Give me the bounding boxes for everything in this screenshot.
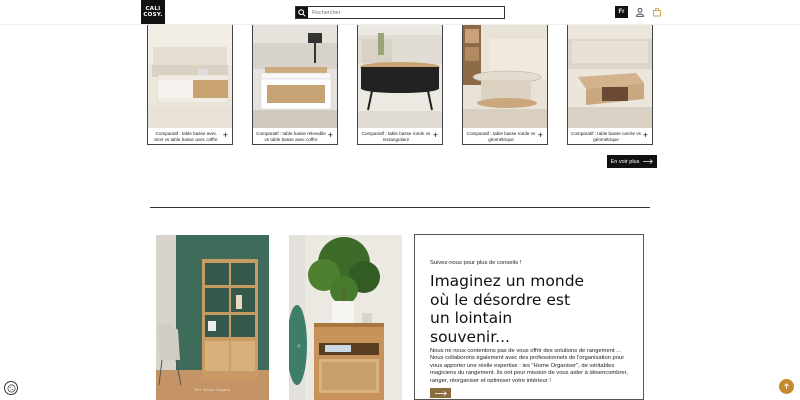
page: CALI COSY. Fr — [0, 0, 800, 400]
photo-caption: Ref. Marlon Étagère — [194, 387, 231, 392]
search-bar — [295, 6, 505, 19]
arrow-up-icon — [784, 383, 789, 390]
product-card[interactable]: Comparatif : table basse avec tiroir vs … — [147, 24, 233, 145]
product-image — [253, 25, 337, 128]
cookie-settings-button[interactable] — [4, 381, 18, 395]
product-label: Comparatif : table basse carrée vs géomé… — [571, 131, 641, 142]
plus-icon[interactable]: + — [538, 130, 543, 140]
advice-box: Suivez-nous pour plus de conseils ! Imag… — [414, 234, 644, 400]
advice-kicker: Suivez-nous pour plus de conseils ! — [430, 260, 522, 266]
user-icon[interactable] — [635, 7, 645, 17]
plus-icon[interactable]: + — [223, 130, 228, 140]
product-image — [148, 25, 232, 128]
see-more-label: En voir plus — [610, 158, 640, 165]
plant-photo[interactable]: ◎ — [289, 235, 402, 400]
search-button[interactable] — [296, 7, 308, 18]
product-card[interactable]: Comparatif : table basse ronde vs rectan… — [357, 24, 443, 145]
advice-headline: Imaginez un monde où le désordre est un … — [430, 272, 585, 346]
product-card[interactable]: Comparatif : table basse relevable vs ta… — [252, 24, 338, 145]
product-label: Comparatif : table basse ronde vs géomét… — [466, 131, 536, 142]
logo-line-2: COSY. — [143, 12, 163, 18]
search-icon — [298, 8, 306, 17]
search-input[interactable] — [312, 7, 500, 18]
product-label: Comparatif : table basse avec tiroir vs … — [154, 131, 218, 142]
site-logo[interactable]: CALI COSY. — [141, 0, 165, 24]
section-divider — [150, 207, 650, 208]
arrow-right-icon — [643, 159, 654, 164]
language-switch[interactable]: Fr — [615, 6, 628, 18]
scroll-to-top-button[interactable] — [779, 379, 794, 394]
cookie-icon — [7, 384, 15, 392]
product-card[interactable]: Comparatif : table basse carrée vs géomé… — [567, 24, 653, 145]
product-label: Comparatif : table basse relevable vs ta… — [256, 131, 326, 142]
plus-icon[interactable]: + — [328, 130, 333, 140]
product-image — [568, 25, 652, 128]
see-more-button[interactable]: En voir plus — [607, 155, 657, 168]
product-image — [463, 25, 547, 128]
instagram-icon[interactable]: ◎ — [297, 343, 301, 348]
plus-icon[interactable]: + — [433, 130, 438, 140]
bag-icon[interactable] — [652, 7, 662, 17]
shelf-photo[interactable]: Ref. Marlon Étagère — [156, 235, 269, 400]
plus-icon[interactable]: + — [643, 130, 648, 140]
advice-body: Nous ne nous contentons pas de vous offr… — [430, 348, 628, 384]
product-label: Comparatif : table basse ronde vs rectan… — [361, 131, 431, 142]
site-header: CALI COSY. Fr — [0, 0, 800, 25]
product-card[interactable]: Comparatif : table basse ronde vs géomét… — [462, 24, 548, 145]
read-more-button[interactable] — [430, 388, 451, 398]
product-image — [358, 25, 442, 128]
arrow-right-icon — [434, 390, 447, 396]
